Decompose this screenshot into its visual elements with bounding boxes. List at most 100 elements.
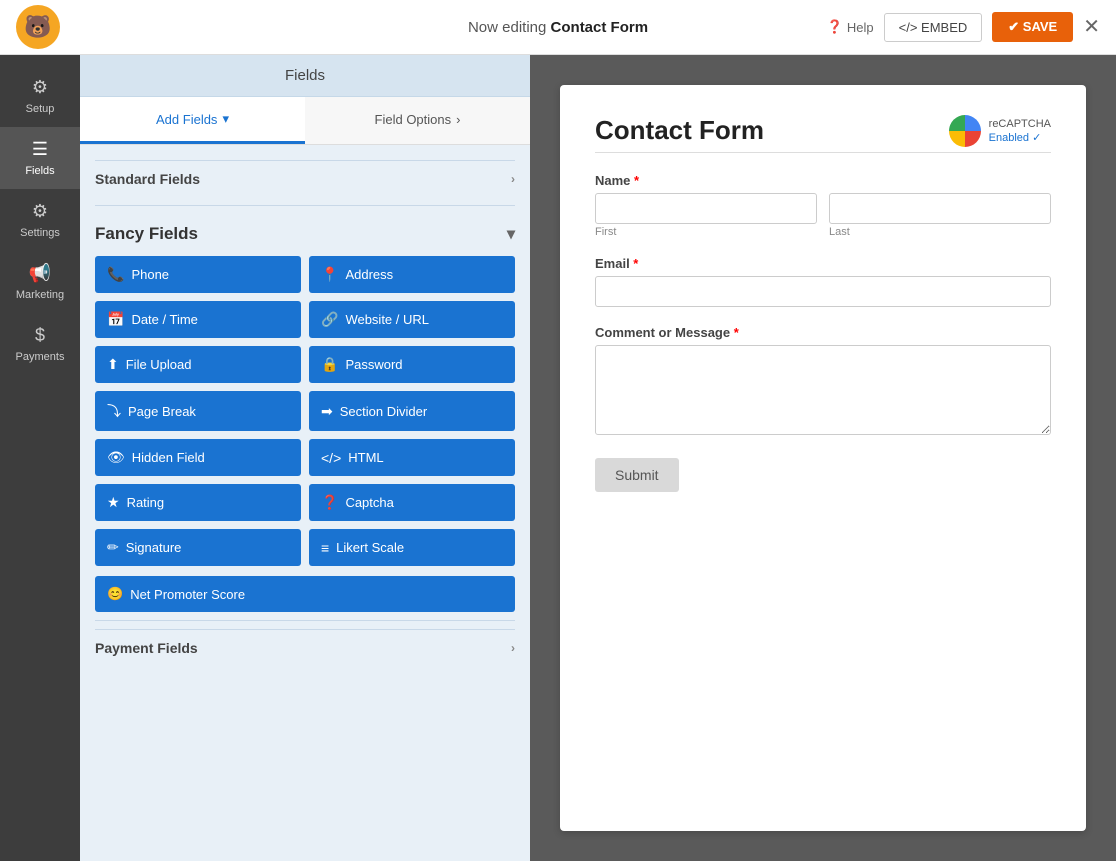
embed-button[interactable]: </> EMBED <box>884 13 983 42</box>
website-url-button[interactable]: 🔗 Website / URL <box>309 301 515 338</box>
close-button[interactable]: ✕ <box>1083 17 1100 37</box>
email-field: Email * <box>595 256 1051 307</box>
hidden-field-label: Hidden Field <box>132 450 205 465</box>
tab-add-fields[interactable]: Add Fields ▾ <box>80 97 305 144</box>
sidebar-left: ⚙ Setup ☰ Fields ⚙ Settings 📢 Marketing … <box>0 55 80 861</box>
help-label: Help <box>847 20 874 35</box>
name-first-col: First <box>595 193 817 238</box>
password-button[interactable]: 🔒 Password <box>309 346 515 383</box>
phone-label: Phone <box>131 267 169 282</box>
rating-button[interactable]: ★ Rating <box>95 484 301 521</box>
net-promoter-score-button[interactable]: 😊 Net Promoter Score <box>95 576 515 612</box>
close-icon: ✕ <box>1083 16 1100 38</box>
file-upload-label: File Upload <box>126 357 192 372</box>
fancy-fields-chevron: ▾ <box>507 224 515 244</box>
html-icon: </> <box>321 450 341 466</box>
fields-panel-header: Fields <box>80 55 530 97</box>
address-label: Address <box>345 267 393 282</box>
fields-scroll[interactable]: Standard Fields › Fancy Fields ▾ 📞 Phone… <box>80 145 530 861</box>
name-last-col: Last <box>829 193 1051 238</box>
rating-icon: ★ <box>107 494 120 511</box>
divider-1 <box>95 205 515 206</box>
payments-icon: $ <box>35 325 45 346</box>
likert-scale-icon: ≡ <box>321 540 329 556</box>
content-area: reCAPTCHA Enabled ✓ Contact Form Name * … <box>530 55 1116 861</box>
sidebar-item-payments-label: Payments <box>16 351 65 363</box>
sidebar-item-settings[interactable]: ⚙ Settings <box>0 189 80 251</box>
sidebar-item-fields[interactable]: ☰ Fields <box>0 127 80 189</box>
captcha-icon: ❓ <box>321 494 338 511</box>
recaptcha-status: Enabled ✓ <box>989 131 1051 145</box>
tab-field-options[interactable]: Field Options › <box>305 97 530 144</box>
file-upload-button[interactable]: ⬆ File Upload <box>95 346 301 383</box>
html-button[interactable]: </> HTML <box>309 439 515 476</box>
rating-label: Rating <box>127 495 165 510</box>
website-icon: 🔗 <box>321 311 338 328</box>
section-divider-button[interactable]: ➡ Section Divider <box>309 391 515 431</box>
standard-fields-chevron: › <box>511 172 515 186</box>
last-name-sub: Last <box>829 226 1051 238</box>
sidebar-item-marketing[interactable]: 📢 Marketing <box>0 251 80 313</box>
signature-button[interactable]: ✏ Signature <box>95 529 301 566</box>
question-icon: ❓ <box>827 19 843 35</box>
standard-fields-label: Standard Fields <box>95 171 200 187</box>
section-divider-icon: ➡ <box>321 403 333 420</box>
help-button[interactable]: ❓ Help <box>827 19 874 35</box>
address-button[interactable]: 📍 Address <box>309 256 515 293</box>
setup-icon: ⚙ <box>32 77 48 98</box>
captcha-label: Captcha <box>345 495 393 510</box>
file-upload-icon: ⬆ <box>107 356 119 373</box>
sidebar-item-payments[interactable]: $ Payments <box>0 313 80 375</box>
net-promoter-score-icon: 😊 <box>107 586 123 602</box>
divider-2 <box>95 620 515 621</box>
last-name-input[interactable] <box>829 193 1051 224</box>
submit-button[interactable]: Submit <box>595 458 679 492</box>
add-fields-chevron: ▾ <box>222 111 229 127</box>
payment-fields-chevron: › <box>511 641 515 655</box>
name-label: Name * <box>595 173 1051 188</box>
sidebar-item-fields-label: Fields <box>25 165 54 177</box>
first-name-input[interactable] <box>595 193 817 224</box>
email-input[interactable] <box>595 276 1051 307</box>
first-name-sub: First <box>595 226 817 238</box>
add-fields-label: Add Fields <box>156 112 217 127</box>
hidden-field-button[interactable]: 👁 Hidden Field <box>95 439 301 476</box>
save-label: ✔ SAVE <box>1008 19 1057 35</box>
phone-icon: 📞 <box>107 266 124 283</box>
fancy-fields-grid: 📞 Phone 📍 Address 📅 Date / Time 🔗 Websit… <box>95 256 515 566</box>
fields-header-label: Fields <box>285 67 325 84</box>
save-button[interactable]: ✔ SAVE <box>992 12 1073 42</box>
fields-icon: ☰ <box>32 139 48 160</box>
date-time-label: Date / Time <box>131 312 197 327</box>
payment-fields-label: Payment Fields <box>95 640 198 656</box>
main-layout: ⚙ Setup ☰ Fields ⚙ Settings 📢 Marketing … <box>0 55 1116 861</box>
standard-fields-section[interactable]: Standard Fields › <box>95 160 515 197</box>
payment-fields-section[interactable]: Payment Fields › <box>95 629 515 666</box>
likert-scale-button[interactable]: ≡ Likert Scale <box>309 529 515 566</box>
fields-panel: Fields Add Fields ▾ Field Options › Stan… <box>80 55 530 861</box>
embed-label: </> EMBED <box>899 20 968 35</box>
page-break-button[interactable]: ⤵ Page Break <box>95 391 301 431</box>
field-options-label: Field Options <box>375 112 452 127</box>
date-time-button[interactable]: 📅 Date / Time <box>95 301 301 338</box>
name-row: First Last <box>595 193 1051 238</box>
captcha-button[interactable]: ❓ Captcha <box>309 484 515 521</box>
name-required: * <box>630 173 639 188</box>
sidebar-item-setup-label: Setup <box>26 103 55 115</box>
section-divider-label: Section Divider <box>340 404 427 419</box>
comment-field: Comment or Message * <box>595 325 1051 440</box>
sidebar-item-setup[interactable]: ⚙ Setup <box>0 65 80 127</box>
comment-textarea[interactable] <box>595 345 1051 435</box>
html-label: HTML <box>348 450 383 465</box>
top-bar-right: ❓ Help </> EMBED ✔ SAVE ✕ <box>827 12 1100 42</box>
password-label: Password <box>345 357 402 372</box>
signature-label: Signature <box>126 540 182 555</box>
form-divider <box>595 152 1051 153</box>
recaptcha-label: reCAPTCHA <box>989 117 1051 131</box>
tabs-row: Add Fields ▾ Field Options › <box>80 97 530 145</box>
address-icon: 📍 <box>321 266 338 283</box>
phone-button[interactable]: 📞 Phone <box>95 256 301 293</box>
date-time-icon: 📅 <box>107 311 124 328</box>
settings-icon: ⚙ <box>32 201 48 222</box>
form-name-title: Contact Form <box>551 19 649 36</box>
